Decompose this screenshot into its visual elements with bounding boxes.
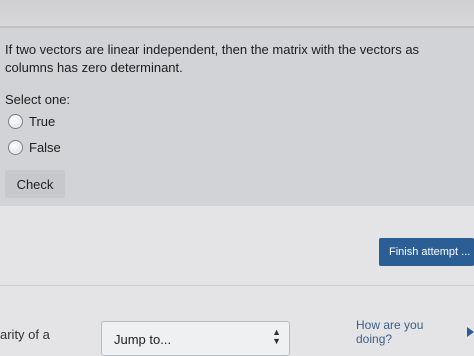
question-panel: If two vectors are linear independent, t… — [0, 27, 474, 206]
play-triangle-icon — [467, 327, 474, 337]
radio-false[interactable] — [8, 140, 23, 155]
option-true[interactable]: True — [8, 114, 55, 129]
how-are-you-doing-label: How are you doing? — [356, 318, 424, 346]
jump-to-select[interactable]: Jump to... ▲ ▼ — [101, 321, 290, 356]
up-down-arrows-icon: ▲ ▼ — [272, 327, 281, 346]
select-one-label: Select one: — [5, 92, 71, 107]
divider — [0, 285, 474, 286]
option-false-label: False — [29, 140, 61, 155]
jump-to-value: Jump to... — [114, 332, 172, 347]
radio-true[interactable] — [8, 114, 23, 129]
option-false[interactable]: False — [8, 140, 61, 155]
option-true-label: True — [29, 114, 56, 129]
check-button[interactable]: Check — [5, 170, 65, 198]
partial-nav-text: arity of a — [0, 327, 50, 342]
how-are-you-doing-link[interactable]: How are you doing? — [356, 318, 474, 346]
question-text: If two vectors are linear independent, t… — [5, 42, 420, 75]
finish-attempt-button[interactable]: Finish attempt ... — [379, 238, 474, 266]
top-header-strip — [0, 0, 474, 27]
